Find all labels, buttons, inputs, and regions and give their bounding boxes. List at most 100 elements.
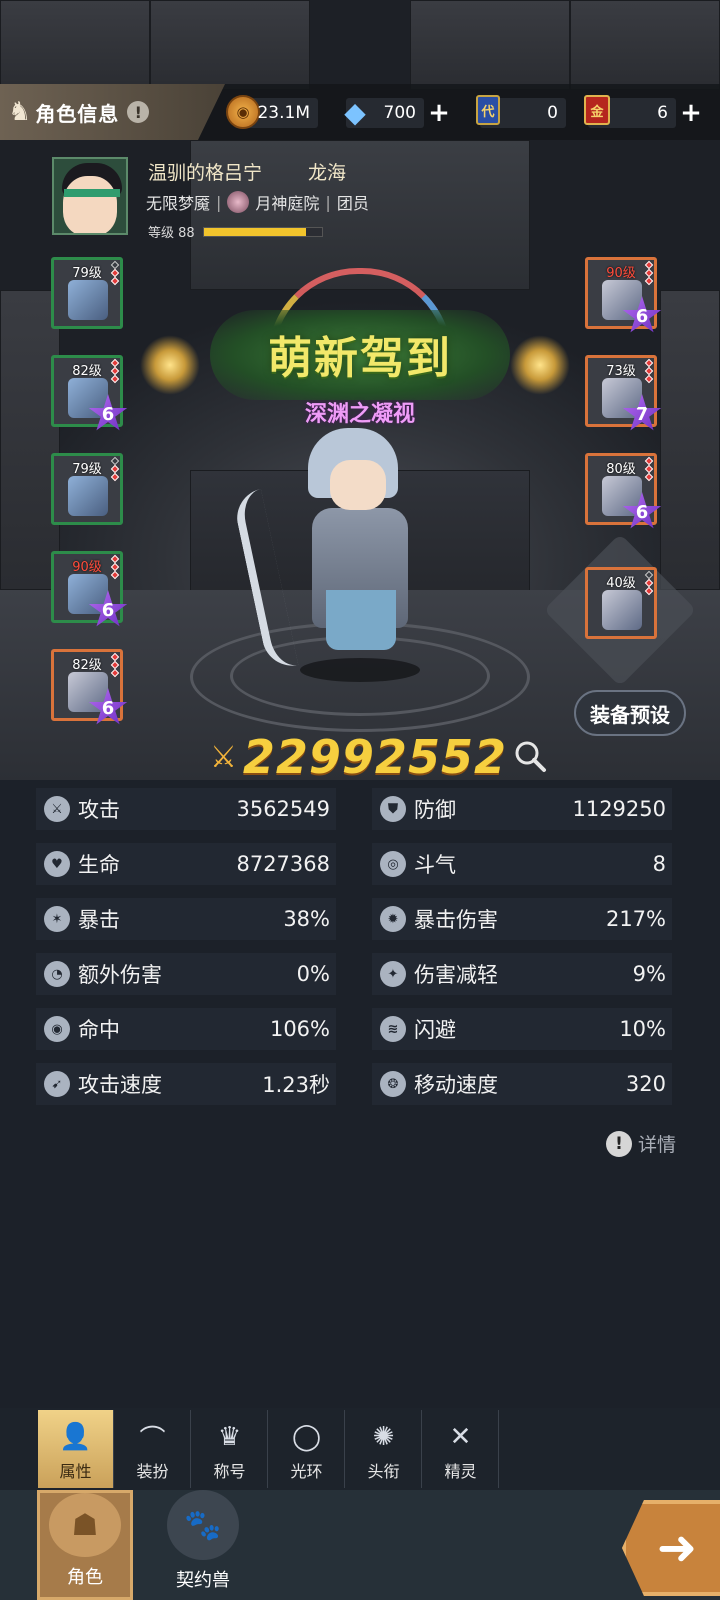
pip-icon xyxy=(110,374,120,384)
tab-label: 精灵 xyxy=(444,1462,477,1481)
equipment-slot[interactable]: 82级 6 xyxy=(51,649,128,725)
blue-card-icon: 代 xyxy=(476,95,500,125)
character-icon: ☗ xyxy=(49,1493,121,1557)
stat-label: 额外伤害 xyxy=(78,963,162,987)
enhance-pips xyxy=(644,260,654,286)
equipment-slot[interactable]: 80级 6 xyxy=(585,453,662,529)
add-gold-card-button[interactable]: + xyxy=(676,98,706,128)
nav-pet[interactable]: 🐾 契约兽 xyxy=(155,1490,251,1600)
player-name: 温驯的格吕宁 xyxy=(148,162,263,184)
page-title: 角色信息 xyxy=(35,101,120,126)
stat-value: 1129250 xyxy=(572,797,666,821)
equipment-slot[interactable]: 40级 xyxy=(585,567,657,639)
enhance-pips xyxy=(644,570,654,596)
hanger-icon: ⌒ xyxy=(139,1424,166,1455)
enhance-pips xyxy=(110,358,120,384)
person-icon: 👤 xyxy=(59,1422,92,1452)
pip-icon xyxy=(110,472,120,482)
stat-value: 106% xyxy=(269,1017,330,1041)
level-progress-bar xyxy=(202,226,323,237)
avatar[interactable] xyxy=(52,157,128,235)
crystal-gem-icon: ◆ xyxy=(344,95,366,129)
level-text: 等级 88 xyxy=(148,226,195,241)
gear-icon xyxy=(602,590,642,630)
guild-emblem-icon xyxy=(227,191,250,213)
gold-coin-icon: ◉ xyxy=(226,95,260,129)
search-icon[interactable] xyxy=(512,738,548,774)
hero-face xyxy=(330,460,386,510)
stat-label: 斗气 xyxy=(414,853,456,877)
guild-role: 团员 xyxy=(336,194,369,213)
sprite-icon: ✕ xyxy=(449,1422,472,1452)
wall-pillar xyxy=(660,290,720,590)
details-button[interactable]: ! 详情 xyxy=(606,1130,676,1157)
wall-stone xyxy=(410,0,570,90)
stat-value: 10% xyxy=(619,1017,666,1041)
nav-character[interactable]: ☗ 角色 xyxy=(37,1490,133,1600)
gear-icon xyxy=(68,476,108,516)
separator: | xyxy=(216,192,222,212)
info-icon[interactable]: ! xyxy=(127,101,150,123)
stat-value: 320 xyxy=(625,1072,666,1096)
combat-power-value: 22992552 xyxy=(242,730,507,784)
gold-card-icon: 金 xyxy=(584,95,610,125)
tab-label: 装扮 xyxy=(136,1462,169,1481)
tab-person[interactable]: 👤 属性 xyxy=(38,1410,114,1488)
hero-character xyxy=(231,420,450,682)
stat-label: 攻击 xyxy=(78,798,120,822)
stat-label: 移动速度 xyxy=(414,1073,498,1097)
wall-pillar xyxy=(0,290,60,590)
enhance-pips xyxy=(110,554,120,580)
stat-label: 防御 xyxy=(414,798,456,822)
sword-icon: ⚔ xyxy=(44,796,70,822)
stat-value: 38% xyxy=(283,907,330,931)
tab-crown[interactable]: ♛ 称号 xyxy=(192,1410,268,1488)
equipment-slot[interactable]: 79级 xyxy=(51,453,123,525)
equipment-preset-button[interactable]: 装备预设 xyxy=(574,690,686,736)
stat-row: ✦ 伤害减轻 9% xyxy=(372,953,672,995)
extra-damage-icon: ◔ xyxy=(44,961,70,987)
resource-gold: ◉ 23.1M xyxy=(226,95,318,129)
gear-icon xyxy=(68,280,108,320)
wall-stone xyxy=(150,0,310,90)
tab-hanger[interactable]: ⌒ 装扮 xyxy=(115,1410,191,1488)
tab-halo[interactable]: ◯ 光环 xyxy=(269,1410,345,1488)
horse-head-icon: ♞ xyxy=(8,97,32,127)
move-speed-icon: ❂ xyxy=(380,1071,406,1097)
equipment-slot[interactable]: 82级 6 xyxy=(51,355,128,431)
pip-icon xyxy=(110,668,120,678)
enhance-pips xyxy=(110,456,120,482)
combat-power: ⚔ 22992552 xyxy=(210,730,507,784)
equipment-slot[interactable]: 90级 6 xyxy=(585,257,662,333)
equipment-slot[interactable]: 73级 7 xyxy=(585,355,662,431)
stat-label: 暴击 xyxy=(78,908,120,932)
stat-row: ⚔ 攻击 3562549 xyxy=(36,788,336,830)
guild-name[interactable]: 月神庭院 xyxy=(255,190,319,214)
pip-icon xyxy=(644,586,654,596)
damage-reduction-icon: ✦ xyxy=(380,961,406,987)
pip-icon xyxy=(110,570,120,580)
stat-row: ♥ 生命 8727368 xyxy=(36,843,336,885)
hero-shadow xyxy=(300,658,420,682)
resource-gem: ◆ 700 + xyxy=(344,96,450,129)
enhance-pips xyxy=(644,456,654,482)
halo-icon: ◯ xyxy=(291,1422,322,1452)
stat-label: 闪避 xyxy=(414,1018,456,1042)
enhance-pips xyxy=(110,652,120,678)
add-gem-button[interactable]: + xyxy=(424,98,454,128)
player-class: 无限梦魇 xyxy=(146,194,211,213)
info-icon: ! xyxy=(606,1130,632,1157)
equipment-slot[interactable]: 90级 6 xyxy=(51,551,128,627)
stat-value: 3562549 xyxy=(236,797,330,821)
equipment-slot[interactable]: 79级 xyxy=(51,257,123,329)
emblem-icon: ✺ xyxy=(372,1422,395,1452)
resource-gold-card: 金 6 + xyxy=(584,95,702,128)
heart-icon: ♥ xyxy=(44,851,70,877)
stat-value: 8 xyxy=(652,852,666,876)
blue-card-value: 0 xyxy=(547,103,558,123)
stat-row: ❂ 移动速度 320 xyxy=(372,1063,672,1105)
enhance-pips xyxy=(110,260,120,286)
tab-sprite[interactable]: ✕ 精灵 xyxy=(423,1410,499,1488)
tab-emblem[interactable]: ✺ 头衔 xyxy=(346,1410,422,1488)
level-line: 等级 88 xyxy=(148,222,323,241)
